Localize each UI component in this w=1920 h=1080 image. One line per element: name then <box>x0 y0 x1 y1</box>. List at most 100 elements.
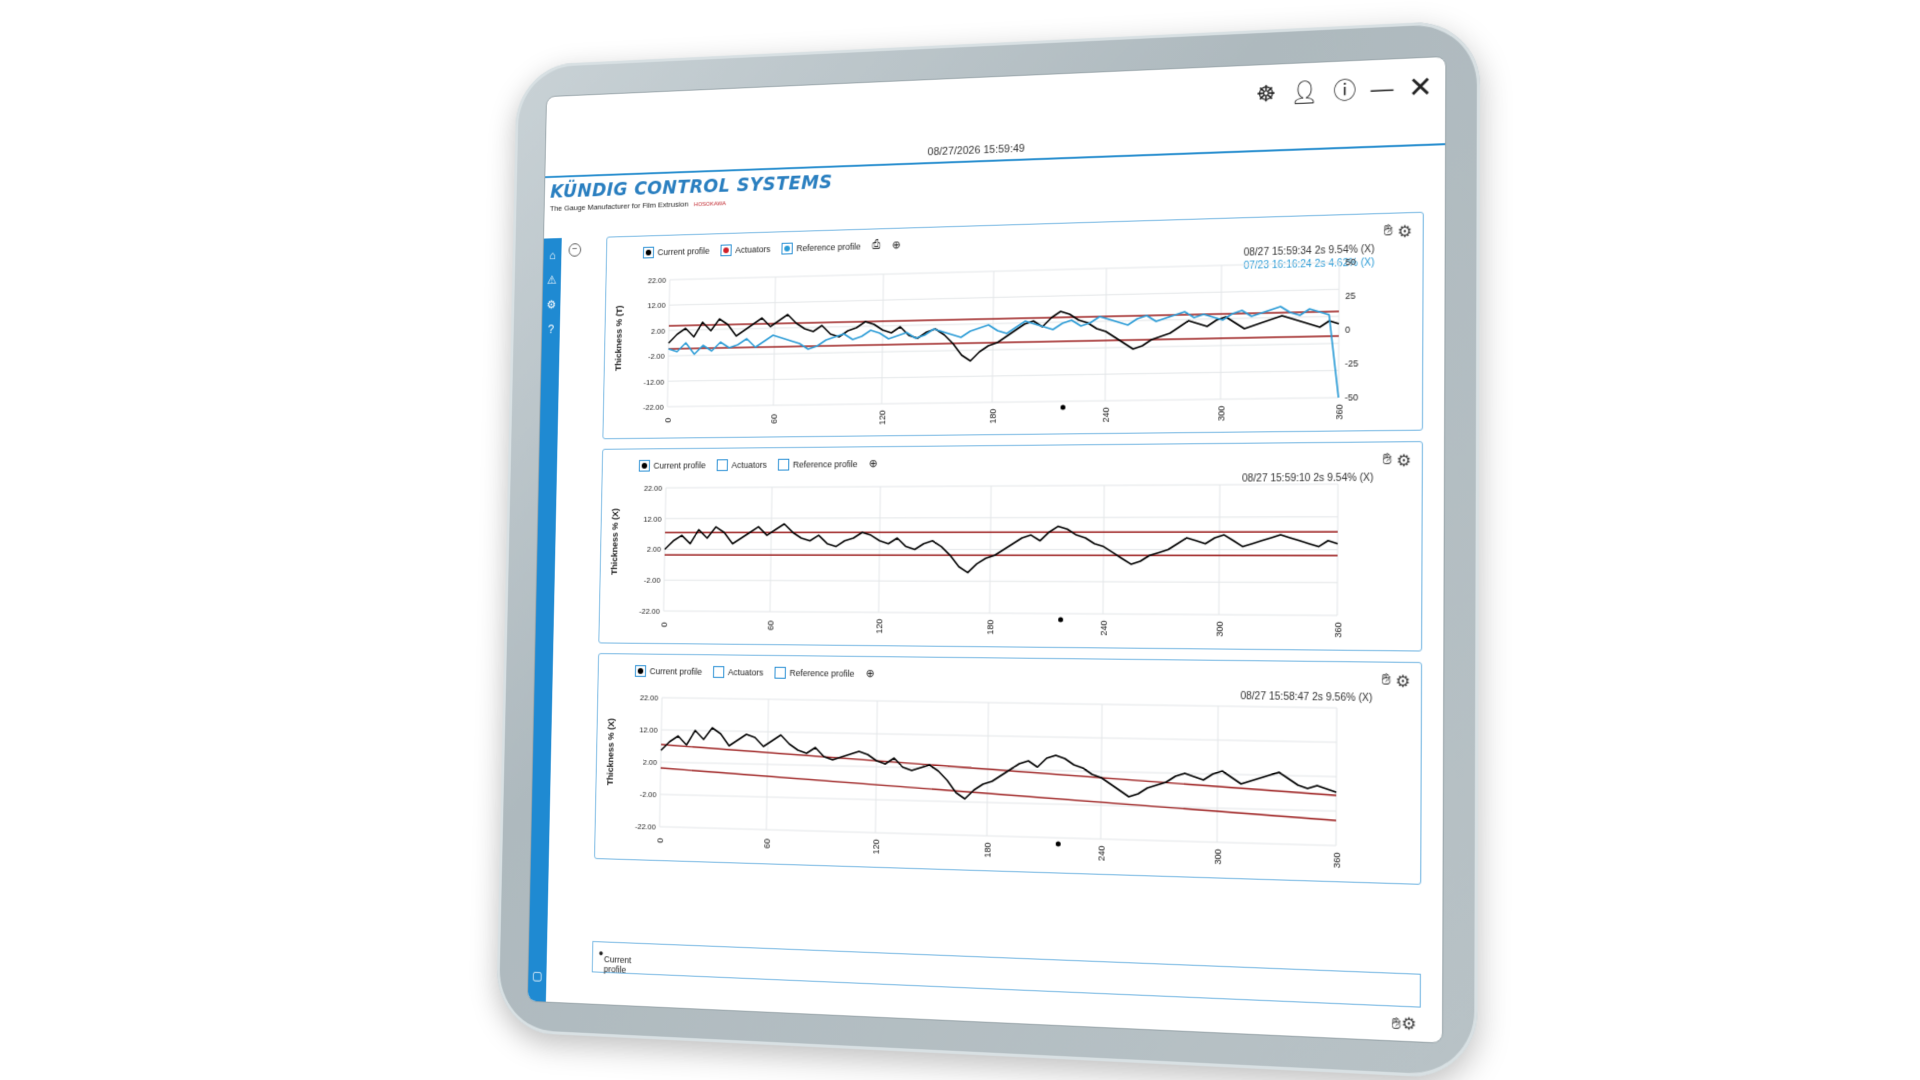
grid-line <box>660 827 1336 846</box>
grid-line <box>992 271 994 402</box>
info-icon[interactable]: ⓘ <box>1333 77 1356 103</box>
grid-line <box>668 370 1339 381</box>
grid-line <box>670 262 1339 279</box>
x-tick-label: 60 <box>762 838 772 848</box>
grid-line <box>661 730 1336 742</box>
pan-hand-icon[interactable]: ✋︎ <box>1391 1015 1401 1033</box>
zoom-icon[interactable]: ⊕ <box>866 667 875 680</box>
x-tick-label: 300 <box>1216 406 1227 422</box>
settings-icon[interactable]: ⚙ <box>544 297 559 313</box>
y2-tick-label: 25 <box>1345 290 1356 301</box>
grid-line <box>664 611 1338 615</box>
company-logo: KÜNDIG CONTROL SYSTEMS The Gauge Manufac… <box>550 171 833 212</box>
y2-tick-label: -25 <box>1345 358 1359 369</box>
user-icon[interactable]: 👤︎ <box>1290 79 1319 106</box>
y-tick-label: -12.00 <box>643 377 664 386</box>
y2-tick-label: 0 <box>1345 324 1350 335</box>
panel-settings-icon[interactable]: ⚙ <box>1397 221 1412 242</box>
grid-line <box>662 698 1337 708</box>
home-icon[interactable]: ⌂ <box>545 248 560 264</box>
pan-hand-icon[interactable]: ✋︎ <box>1381 671 1391 692</box>
help-icon[interactable]: ? <box>544 322 559 338</box>
profile-chart-1: 0 60 120 180 240 300 360 22.00 12.00 2.00 -2.00 -12… <box>643 256 1359 425</box>
y-tick-label: -2.00 <box>640 790 657 800</box>
x-tick-label: 180 <box>988 408 998 423</box>
y-axis-label: Thickness % (T) <box>613 305 624 372</box>
y-tick-label: 12.00 <box>643 514 661 523</box>
grid-line <box>666 484 1338 488</box>
profile-chart-2: 0 60 120 180 240 300 360 22.00 12.00 2.00 -2.00 -22… <box>639 473 1344 638</box>
y-tick-label: 22.00 <box>644 484 662 493</box>
x-tick-label: 360 <box>1333 622 1344 638</box>
minimize-icon[interactable]: — <box>1371 76 1394 102</box>
legend-reference[interactable]: Reference profile <box>781 240 861 255</box>
panel-settings-icon[interactable]: ⚙ <box>1395 671 1410 692</box>
grid-line <box>1338 262 1339 397</box>
upper-limit-line <box>665 532 1338 533</box>
close-icon[interactable]: ✕ <box>1408 71 1433 104</box>
zoom-icon[interactable]: ⊕ <box>892 238 901 251</box>
lower-limit-line <box>660 768 1336 821</box>
panel-settings-icon[interactable]: ⚙ <box>1401 1015 1416 1034</box>
legend-actuators[interactable]: Actuators <box>720 243 771 256</box>
legend-actuators[interactable]: Actuators <box>713 665 763 678</box>
x-tick-label: 60 <box>769 414 779 424</box>
chart-legend: Current profile Actuators Reference prof… <box>634 664 875 680</box>
y-tick-label: 22.00 <box>640 693 658 702</box>
grid-line <box>660 794 1336 811</box>
export-icon[interactable]: ▢ <box>530 968 545 984</box>
y-tick-label: 12.00 <box>647 301 665 310</box>
legend-actuators[interactable]: Actuators <box>716 458 767 471</box>
chart-legend: Current profile Actuators Reference prof… <box>642 238 901 258</box>
profile-panel-3: Current profile Actuators Reference prof… <box>594 653 1423 885</box>
legend-current[interactable]: Current profile <box>634 664 702 678</box>
warning-icon[interactable]: ⚠ <box>545 272 560 288</box>
grid-line <box>667 398 1338 407</box>
x-tick-label: 120 <box>871 839 881 855</box>
x-tick-label: 240 <box>1101 407 1112 422</box>
snapshot-icon[interactable]: ⎙ <box>872 239 881 252</box>
legend-current[interactable]: Current profile <box>638 459 706 472</box>
panel-settings-icon[interactable]: ⚙ <box>1396 450 1411 471</box>
lower-limit-line <box>665 555 1338 556</box>
current-profile-line <box>660 727 1336 808</box>
x-tick-label: 120 <box>874 619 884 634</box>
die-center-marker <box>1060 404 1066 410</box>
tablet-device: 08/27/2026 15:59:49 ☸ 👤︎ ⓘ — ✕ KÜNDIG CO… <box>495 19 1481 1080</box>
grid-line <box>773 277 775 405</box>
grid-line <box>882 274 884 404</box>
grid-line <box>668 343 1338 355</box>
collapse-panel-button[interactable]: − <box>568 243 582 257</box>
grid-line <box>664 580 1337 582</box>
x-tick-label: 360 <box>1331 852 1342 868</box>
panel-4-tools: ✋︎⚙ <box>1391 1013 1416 1035</box>
legend-reference[interactable]: Reference profile <box>774 666 855 679</box>
legend-current[interactable]: ● Current profile <box>598 948 631 975</box>
grid-line <box>669 289 1339 305</box>
x-tick-label: 300 <box>1214 621 1225 637</box>
app-screen: 08/27/2026 15:59:49 ☸ 👤︎ ⓘ — ✕ KÜNDIG CO… <box>526 55 1447 1044</box>
grid-line <box>1220 265 1221 399</box>
clock: 08/27/2026 15:59:49 <box>927 142 1025 159</box>
grid-line <box>1105 268 1106 400</box>
y-tick-label: 12.00 <box>639 725 657 735</box>
legend-reference[interactable]: Reference profile <box>777 458 858 471</box>
pan-hand-icon[interactable]: ✋︎ <box>1382 451 1392 472</box>
steering-wheel-icon[interactable]: ☸ <box>1256 81 1276 107</box>
y2-tick-label: 50 <box>1345 256 1356 267</box>
y-tick-label: -2.00 <box>648 352 665 361</box>
y-axis-label: Thickness % (X) <box>605 718 616 786</box>
x-tick-label: 240 <box>1096 845 1107 861</box>
die-center-marker <box>1058 617 1064 623</box>
x-tick-label: 300 <box>1212 849 1223 865</box>
y-tick-label: -22.00 <box>635 822 656 832</box>
y-tick-label: 22.00 <box>648 276 666 285</box>
profile-chart-3: 0 60 120 180 240 300 360 22.00 12.00 2.00 -2.00 -22… <box>635 693 1342 868</box>
legend-current[interactable]: Current profile <box>642 245 710 258</box>
brand-mark: HOSOKAWA <box>693 201 726 209</box>
y-tick-label: -22.00 <box>643 403 664 412</box>
y-tick-label: -22.00 <box>639 607 660 616</box>
pan-hand-icon[interactable]: ✋︎ <box>1383 222 1393 243</box>
y-tick-label: 2.00 <box>643 757 657 766</box>
zoom-icon[interactable]: ⊕ <box>869 457 878 470</box>
